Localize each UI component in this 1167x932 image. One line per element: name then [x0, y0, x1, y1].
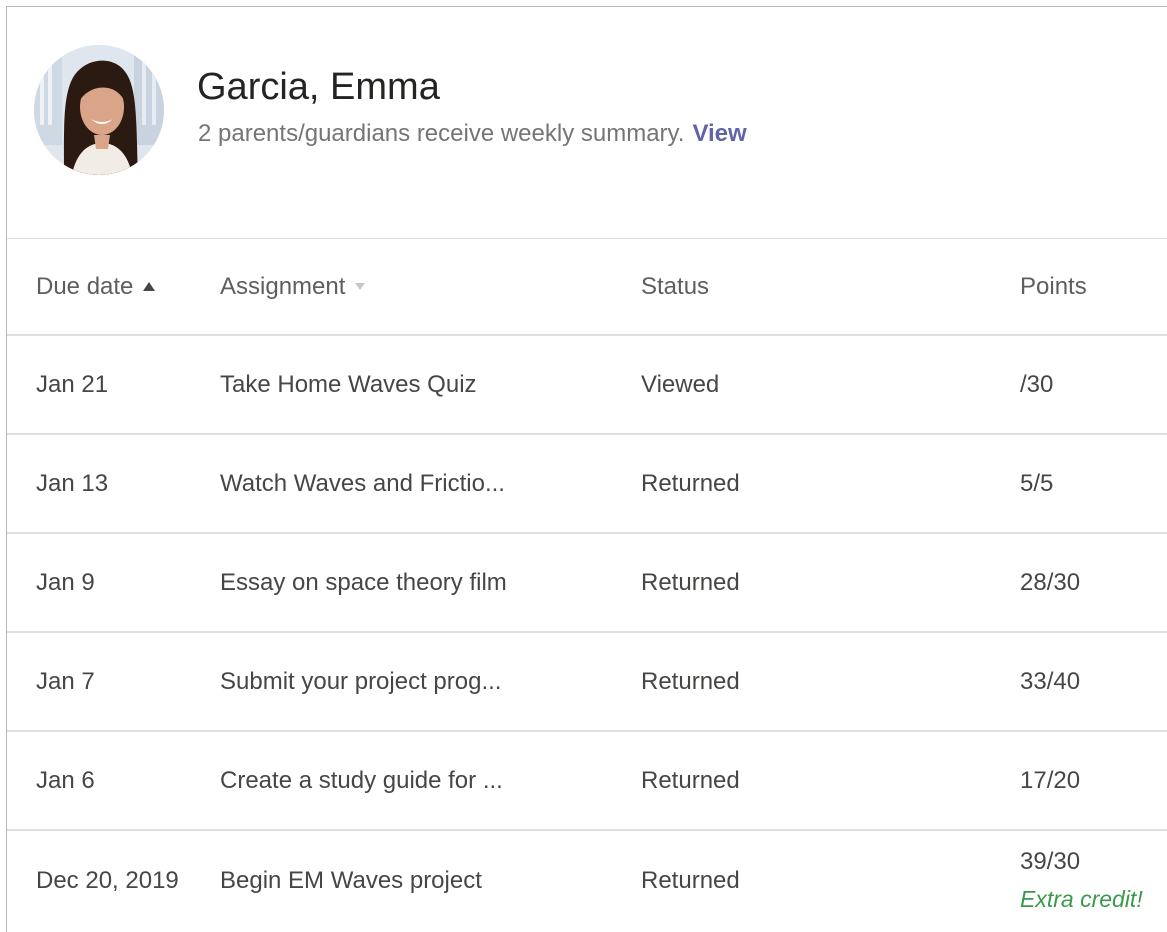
status-cell: Viewed — [641, 370, 720, 398]
column-header-assignment-label: Assignment — [220, 272, 346, 300]
points-cell: 17/20 — [1020, 732, 1080, 829]
points-cell: /30 — [1020, 336, 1053, 433]
points-cell: 33/40 — [1020, 633, 1080, 730]
assignment-cell[interactable]: Watch Waves and Frictio... — [220, 435, 505, 532]
status-cell: Returned — [641, 766, 740, 794]
column-header-status-label: Status — [641, 272, 710, 300]
points-cell: 28/30 — [1020, 534, 1080, 631]
avatar — [34, 45, 164, 175]
points-value: 33/40 — [1020, 667, 1081, 695]
status-cell: Returned — [641, 469, 740, 497]
due-date-cell: Jan 7 — [36, 667, 95, 695]
table-row[interactable]: Jan 7 Submit your project prog... Return… — [7, 633, 1167, 732]
student-header: Garcia, Emma 2 parents/guardians receive… — [7, 7, 1167, 239]
column-header-due-date[interactable]: Due date — [36, 239, 156, 334]
student-name: Garcia, Emma — [197, 66, 440, 108]
column-header-points-label: Points — [1020, 272, 1087, 300]
points-cell: 5/5 — [1020, 435, 1053, 532]
points-value: 5/5 — [1020, 469, 1054, 497]
status-cell: Returned — [641, 866, 740, 894]
table-header-row: Due date Assignment Status Points — [7, 239, 1167, 336]
assignment-cell[interactable]: Submit your project prog... — [220, 633, 501, 730]
table-row[interactable]: Jan 9 Essay on space theory film Returne… — [7, 534, 1167, 633]
due-date-cell: Jan 9 — [36, 568, 95, 596]
table-row[interactable]: Jan 21 Take Home Waves Quiz Viewed /30 — [7, 336, 1167, 435]
points-value: 17/20 — [1020, 766, 1081, 794]
column-header-due-date-label: Due date — [36, 272, 134, 300]
assignment-cell[interactable]: Begin EM Waves project — [220, 831, 482, 930]
assignments-table: Due date Assignment Status Points Jan 21… — [7, 239, 1167, 930]
sort-ascending-icon — [143, 282, 156, 291]
table-row[interactable]: Jan 13 Watch Waves and Frictio... Return… — [7, 435, 1167, 534]
column-header-assignment[interactable]: Assignment — [220, 239, 366, 334]
table-row[interactable]: Jan 6 Create a study guide for ... Retur… — [7, 732, 1167, 831]
assignment-cell[interactable]: Essay on space theory film — [220, 534, 507, 631]
due-date-cell: Dec 20, 2019 — [36, 866, 179, 894]
table-row[interactable]: Dec 20, 2019 Begin EM Waves project Retu… — [7, 831, 1167, 930]
column-header-points[interactable]: Points — [1020, 239, 1087, 334]
assignment-cell[interactable]: Take Home Waves Quiz — [220, 336, 477, 433]
guardian-summary-text: 2 parents/guardians receive weekly summa… — [198, 120, 685, 147]
student-assignments-card: Garcia, Emma 2 parents/guardians receive… — [6, 6, 1167, 932]
points-cell: 39/30 Extra credit! — [1020, 831, 1143, 930]
avatar-image — [34, 45, 164, 175]
extra-credit-label: Extra credit! — [1020, 886, 1143, 912]
sort-descending-icon — [355, 283, 366, 290]
due-date-cell: Jan 13 — [36, 469, 109, 497]
status-cell: Returned — [641, 568, 740, 596]
column-header-status[interactable]: Status — [641, 239, 709, 334]
points-value: /30 — [1020, 370, 1054, 398]
view-guardians-link[interactable]: View — [692, 120, 746, 147]
due-date-cell: Jan 6 — [36, 766, 95, 794]
status-cell: Returned — [641, 667, 740, 695]
points-value: 28/30 — [1020, 568, 1081, 596]
points-value: 39/30 — [1020, 848, 1081, 875]
due-date-cell: Jan 21 — [36, 370, 109, 398]
assignment-cell[interactable]: Create a study guide for ... — [220, 732, 503, 829]
guardian-summary: 2 parents/guardians receive weekly summa… — [198, 120, 747, 148]
